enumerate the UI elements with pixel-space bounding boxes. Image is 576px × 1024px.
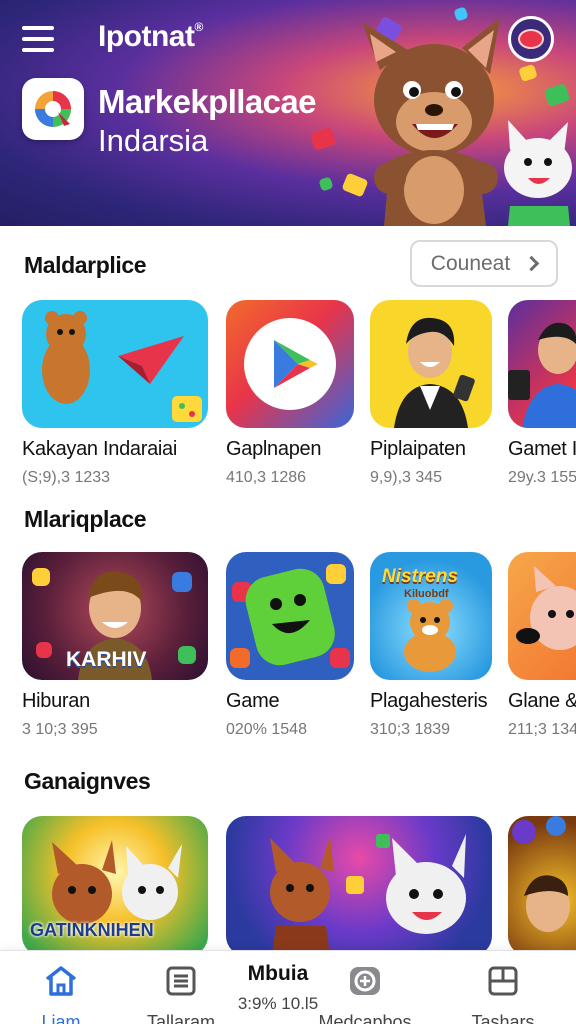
thumbnail-badge-text: KARHIV	[66, 648, 147, 671]
section-title: Ganaignves	[24, 768, 151, 794]
app-thumbnail	[370, 300, 492, 428]
app-row: KARHIV Hiburan 3 10;3 395 Game 020% 1548…	[0, 552, 576, 762]
app-meta: 9,9),3 345	[370, 469, 443, 486]
banner-title: Markekpllacae	[98, 83, 316, 120]
banner-subtitle: Indarsia	[98, 123, 209, 158]
app-card[interactable]: GATINKNIHEN	[22, 816, 208, 950]
app-card[interactable]: Piplaipaten 9,9),3 345	[370, 300, 492, 487]
nav-label: Liam	[41, 1012, 81, 1024]
app-card[interactable]: Glane & 211;3 134	[508, 552, 576, 739]
app-meta: 211;3 134	[508, 721, 576, 738]
nav-item-grid[interactable]: Tashars	[448, 965, 558, 1024]
app-card[interactable]: Kakayan Indaraiai (S;9),3 1233	[22, 300, 208, 487]
app-thumbnail: KARHIV	[22, 552, 208, 680]
app-title: Kakayan Indaraiai	[22, 438, 178, 460]
section-title: Mlariqplace	[24, 506, 147, 532]
grid-icon	[488, 966, 518, 996]
app-title: Piplaipaten	[370, 438, 466, 460]
app-card[interactable]: Gamet I 29y.3 155	[508, 300, 576, 487]
app-thumbnail	[22, 300, 208, 428]
thumbnail-badge-text: GATINKNIHEN	[30, 920, 154, 940]
nav-label: Tashars	[471, 1012, 535, 1024]
app-title: Gamet I	[508, 438, 576, 460]
home-icon	[45, 966, 77, 996]
confetti-decoration	[318, 176, 334, 192]
app-thumbnail: GATINKNIHEN	[22, 816, 208, 950]
app-card[interactable]: Game 020% 1548	[226, 552, 354, 739]
nav-label: Tallaram	[146, 1012, 216, 1024]
app-title: Hiburan	[22, 690, 90, 712]
app-thumbnail: Nistrens Kiluobdf	[370, 552, 492, 680]
app-title: Plagahesteris	[370, 690, 488, 712]
app-thumbnail	[226, 300, 354, 428]
app-thumbnail	[226, 552, 354, 680]
app-title: Glane &	[508, 690, 576, 712]
section-title: Maldarplice	[24, 252, 147, 278]
header-banner: Ipotnat® Markekpllacae Indarsia	[0, 0, 576, 226]
app-meta: (S;9),3 1233	[22, 469, 111, 486]
app-card[interactable]	[226, 816, 492, 950]
app-card[interactable]: KARHIV Hiburan 3 10;3 395	[22, 552, 208, 739]
app-thumbnail	[508, 300, 576, 428]
confetti-decoration	[309, 127, 337, 151]
app-meta: 3 10;3 395	[22, 721, 98, 738]
see-more-label: Couneat	[430, 251, 511, 275]
nav-popup-subtitle: 3:9% 10.l5	[237, 994, 319, 1013]
app-row: Kakayan Indaraiai (S;9),3 1233 Gaplnapen…	[0, 300, 576, 510]
app-title: Gaplnapen	[226, 438, 322, 460]
gamepad-icon	[350, 967, 380, 995]
hamburger-menu-icon[interactable]	[22, 26, 54, 52]
nav-item-home[interactable]: Liam	[6, 965, 116, 1024]
app-card[interactable]: Gaplnapen 410,3 1286	[226, 300, 354, 487]
list-icon	[166, 966, 196, 996]
app-meta: 020% 1548	[226, 721, 307, 738]
app-thumbnail	[508, 816, 576, 950]
nav-item-list[interactable]: Tallaram	[126, 965, 236, 1024]
mascot-illustration	[362, 18, 572, 226]
app-meta: 29y.3 155	[508, 469, 576, 486]
app-row: GATINKNIHEN	[0, 816, 576, 950]
app-name: Ipotnat®	[98, 20, 203, 53]
see-more-button[interactable]: Couneat	[410, 240, 558, 287]
app-thumbnail	[508, 552, 576, 680]
nav-popup: Mbuia 3:9% 10.l5	[228, 962, 328, 1014]
app-thumbnail	[226, 816, 492, 950]
app-meta: 310;3 1839	[370, 721, 451, 738]
app-logo-icon	[22, 78, 84, 140]
app-card[interactable]: Nistrens Kiluobdf Plagahesteris 310;3 18…	[370, 552, 492, 739]
chevron-right-icon	[523, 255, 540, 272]
app-meta: 410,3 1286	[226, 469, 307, 486]
app-title: Game	[226, 690, 280, 712]
nav-popup-title: Mbuia	[247, 962, 309, 985]
app-card[interactable]	[508, 816, 576, 950]
